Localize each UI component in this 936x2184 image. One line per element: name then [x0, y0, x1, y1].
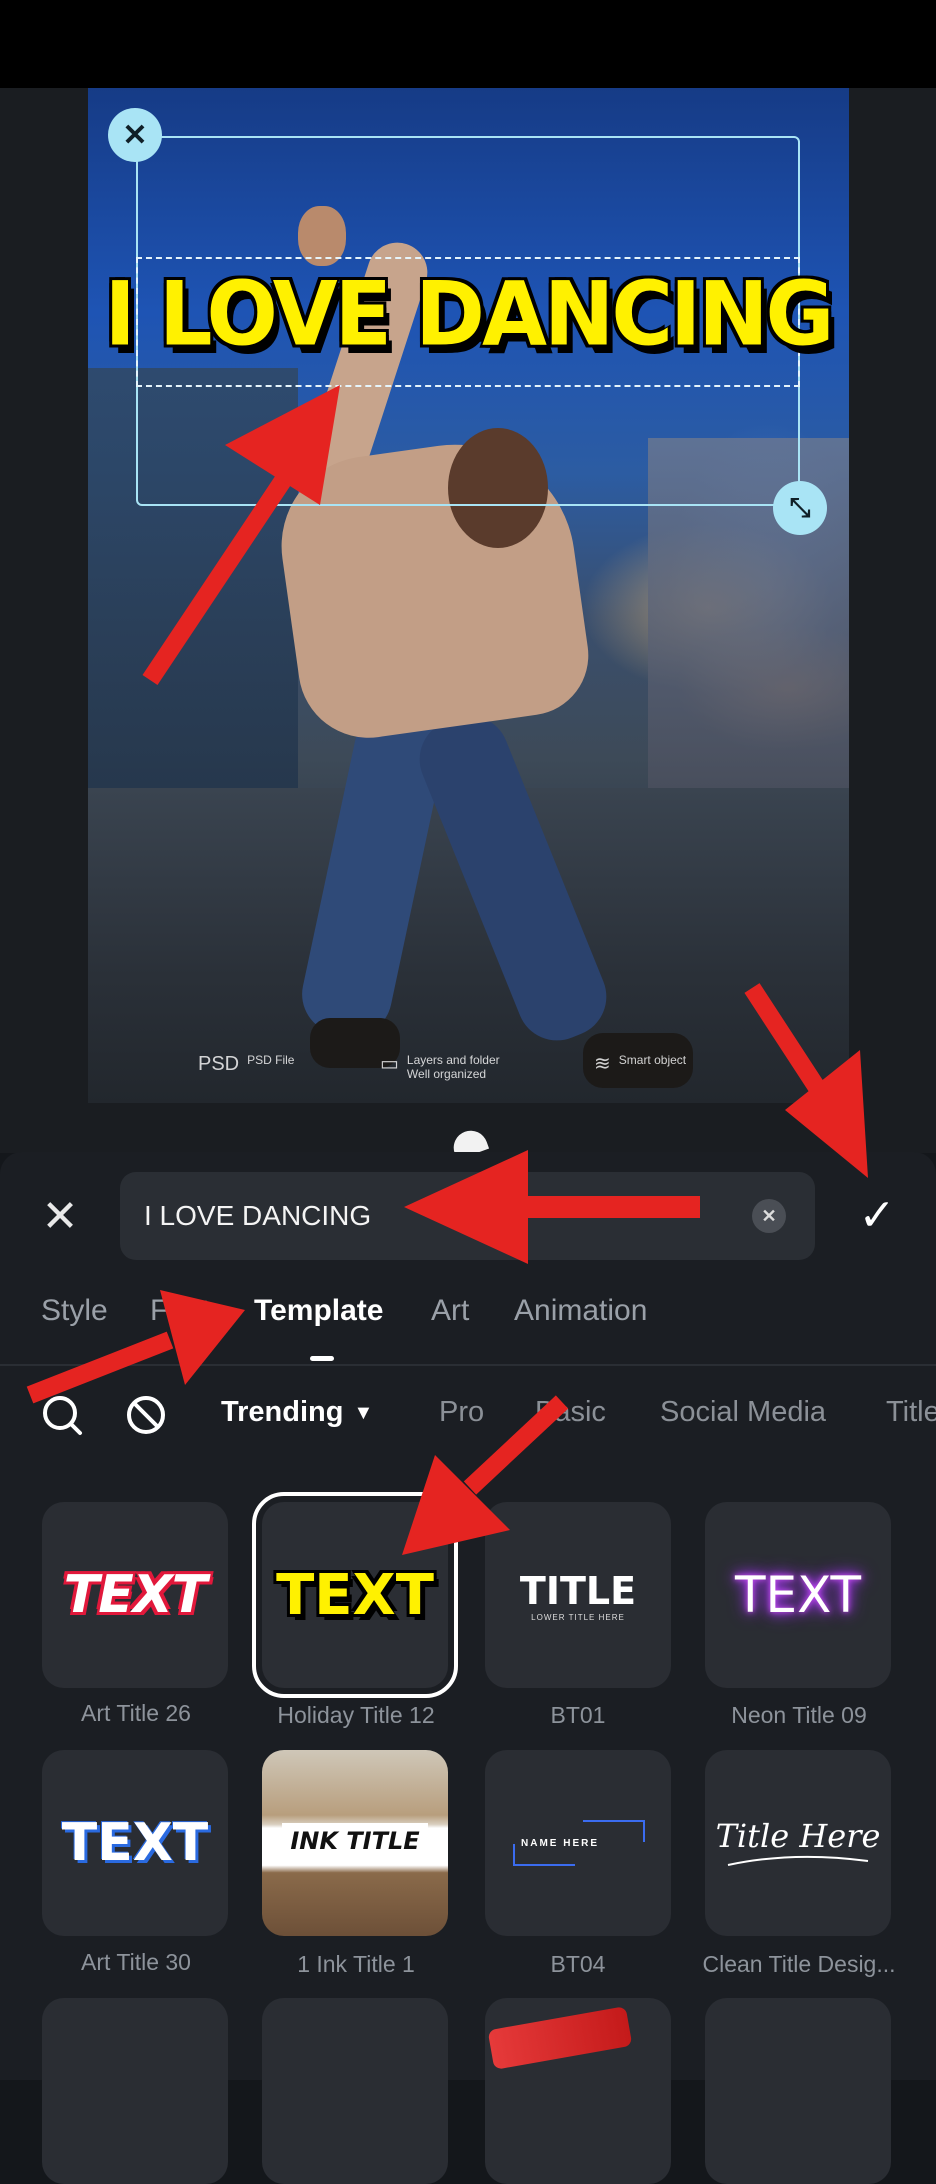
template-preview-sub: LOWER TITLE HERE: [531, 1612, 625, 1622]
template-preview-graphic: [487, 2006, 633, 2070]
close-panel-button[interactable]: ✕: [34, 1190, 86, 1242]
tab-art[interactable]: Art: [431, 1294, 469, 1328]
template-label: Holiday Title 12: [277, 1702, 435, 1728]
template-tile[interactable]: TEXT: [42, 1502, 228, 1688]
category-social-media[interactable]: Social Media: [660, 1396, 826, 1429]
text-input-field[interactable]: I LOVE DANCING: [120, 1172, 815, 1260]
template-preview: TEXT: [63, 1565, 208, 1625]
template-tile[interactable]: [485, 1998, 671, 2184]
template-preview: TEXT: [61, 1813, 209, 1873]
divider: [0, 1364, 936, 1366]
tab-style[interactable]: Style: [41, 1294, 108, 1328]
template-label: Clean Title Desig...: [702, 1951, 896, 1977]
lower-third-preview: NAME HERE: [513, 1820, 645, 1866]
category-basic[interactable]: Basic: [535, 1396, 606, 1429]
category-label: Trending: [221, 1396, 344, 1428]
no-template-icon[interactable]: [124, 1393, 168, 1437]
template-preview: TEXT: [734, 1566, 862, 1624]
template-tile[interactable]: Title Here: [705, 1750, 891, 1936]
active-tab-indicator: [310, 1356, 334, 1361]
watermark-layers: ▭ Layers and folder Well organized: [380, 1053, 500, 1081]
text-overlay[interactable]: I LOVE DANCING: [98, 270, 838, 358]
folder-icon: ▭: [380, 1053, 399, 1075]
template-tile[interactable]: [705, 1998, 891, 2184]
checkmark-icon: ✓: [858, 1190, 896, 1240]
confirm-button[interactable]: ✓: [850, 1188, 904, 1242]
swash-decoration: [727, 1855, 869, 1866]
template-tile[interactable]: TEXT: [42, 1750, 228, 1936]
tab-template[interactable]: Template: [254, 1294, 383, 1328]
template-tile[interactable]: [262, 1998, 448, 2184]
watermark-label: Smart object: [618, 1053, 687, 1067]
tab-animation[interactable]: Animation: [514, 1294, 647, 1328]
template-tile[interactable]: TITLE LOWER TITLE HERE: [485, 1502, 671, 1688]
caret-down-icon: ▼: [353, 1401, 374, 1424]
clear-icon: ✕: [761, 1205, 777, 1226]
template-tile-selected[interactable]: TEXT: [252, 1492, 458, 1698]
text-input-value: I LOVE DANCING: [144, 1200, 372, 1231]
layers-icon: ≋: [594, 1053, 611, 1075]
template-preview: Title Here: [715, 1817, 881, 1855]
template-label: Art Title 30: [81, 1949, 191, 1975]
watermark-label: Layers and folder Well organized: [406, 1053, 500, 1081]
resize-icon: ⤡: [789, 492, 811, 522]
clear-text-button[interactable]: ✕: [752, 1199, 786, 1233]
template-tile[interactable]: NAME HERE: [485, 1750, 671, 1936]
category-title[interactable]: Title: [886, 1396, 936, 1429]
watermark-label: PSD File: [247, 1053, 295, 1067]
status-bar: [0, 0, 936, 88]
template-tile[interactable]: [42, 1998, 228, 2184]
category-trending[interactable]: Trending ▼: [221, 1396, 373, 1429]
tab-font[interactable]: Font: [150, 1294, 210, 1328]
template-label: BT04: [550, 1951, 606, 1977]
template-tile[interactable]: TEXT: [705, 1502, 891, 1688]
template-label: Art Title 26: [81, 1700, 191, 1726]
resize-rotate-handle[interactable]: ⤡: [773, 481, 827, 535]
template-preview: NAME HERE: [521, 1838, 600, 1849]
template-label: 1 Ink Title 1: [297, 1951, 415, 1977]
close-icon: ✕: [41, 1191, 79, 1241]
template-label: Neon Title 09: [731, 1702, 867, 1728]
template-tile[interactable]: INK TITLE: [262, 1750, 448, 1936]
close-icon: ✕: [122, 118, 148, 152]
category-pro[interactable]: Pro: [439, 1396, 484, 1429]
psd-icon: PSD: [198, 1053, 240, 1075]
search-icon[interactable]: [40, 1393, 84, 1437]
template-preview: INK TITLE: [282, 1823, 428, 1859]
watermark-smart-object: ≋ Smart object: [594, 1053, 686, 1075]
delete-text-handle[interactable]: ✕: [108, 108, 162, 162]
watermark-psd: PSD PSD File: [198, 1053, 294, 1075]
template-preview: TEXT: [276, 1562, 434, 1628]
template-label: BT01: [550, 1702, 606, 1728]
template-preview: TITLE: [519, 1568, 637, 1613]
